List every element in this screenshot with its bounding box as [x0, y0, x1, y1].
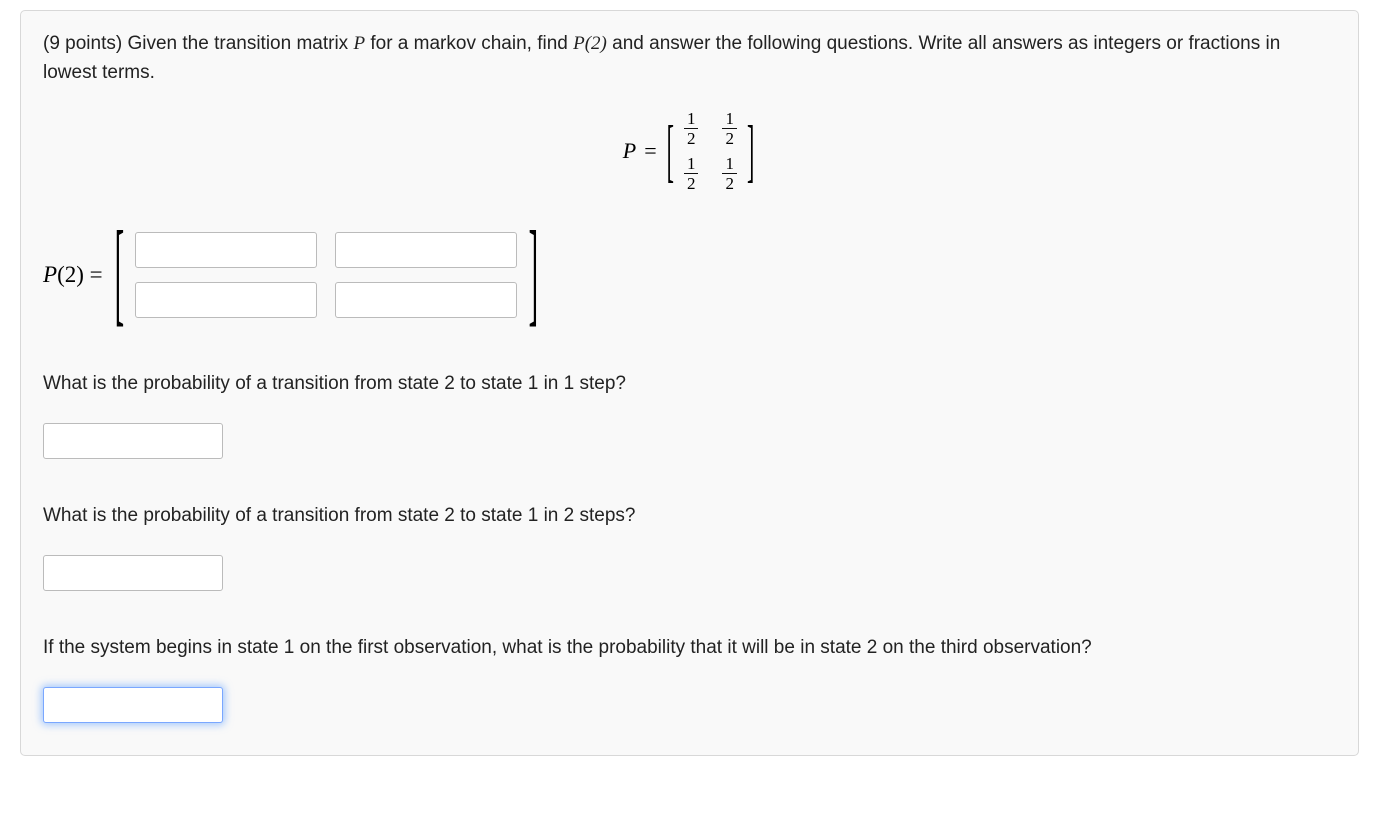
right-bracket-icon: ] — [745, 116, 756, 186]
transition-matrix-display: P = [ 12 12 12 12 ] — [43, 110, 1336, 192]
p2-input-12[interactable] — [335, 232, 517, 268]
matrix-cell-12: 12 — [722, 110, 737, 147]
var-P: P — [353, 33, 365, 54]
answer-input-3[interactable] — [43, 687, 223, 723]
subquestion-2: What is the probability of a transition … — [43, 505, 1336, 527]
p2-input-11[interactable] — [135, 232, 317, 268]
big-left-bracket-icon: [ — [114, 216, 124, 333]
p2-input-21[interactable] — [135, 282, 317, 318]
prompt-text-1: Given the transition matrix — [127, 33, 353, 54]
matrix-cell-11: 12 — [684, 110, 699, 147]
matrix-cell-21: 12 — [684, 155, 699, 192]
answer-input-2[interactable] — [43, 555, 223, 591]
subquestion-3: If the system begins in state 1 on the f… — [43, 637, 1336, 659]
answer-input-1[interactable] — [43, 423, 223, 459]
p2-answer-row: P(2) = [ ] — [43, 232, 1336, 318]
question-panel: (9 points) Given the transition matrix P… — [20, 10, 1359, 756]
points-prefix: (9 points) — [43, 33, 127, 54]
matrix-cells: 12 12 12 12 — [684, 110, 737, 192]
matrix-cell-22: 12 — [722, 155, 737, 192]
matrix-lhs: P — [623, 138, 636, 164]
left-bracket-icon: [ — [665, 116, 676, 186]
p2-label: P(2) = — [43, 262, 103, 288]
equals-sign: = — [644, 138, 656, 164]
p2-input-grid — [135, 232, 517, 318]
prompt-text-2: for a markov chain, find — [365, 33, 573, 54]
subquestion-1: What is the probability of a transition … — [43, 373, 1336, 395]
question-prompt: (9 points) Given the transition matrix P… — [43, 29, 1336, 88]
p2-input-22[interactable] — [335, 282, 517, 318]
var-P2: P(2) — [573, 33, 607, 54]
big-right-bracket-icon: ] — [529, 216, 539, 333]
